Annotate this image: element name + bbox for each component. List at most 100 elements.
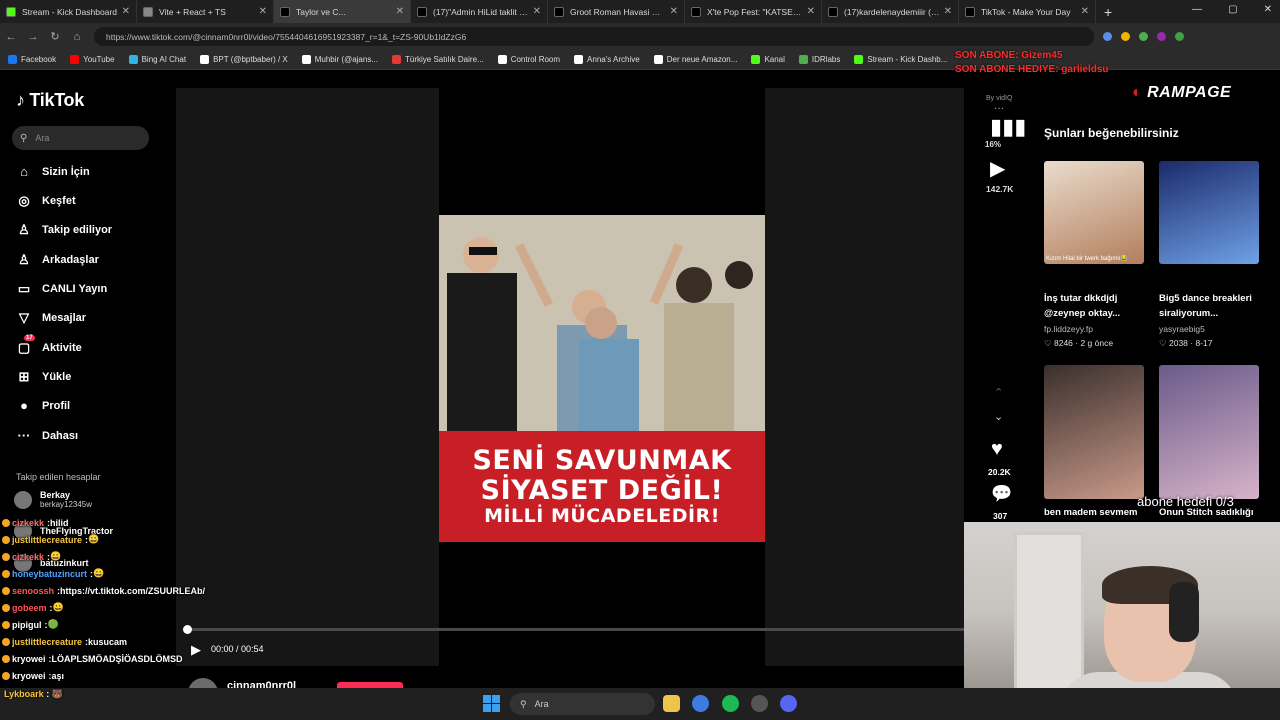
bookmark-item[interactable]: Stream - Kick Dashb... — [854, 55, 947, 64]
previous-video-icon[interactable]: ⌃ — [994, 386, 1003, 399]
suggested-video-thumbnail[interactable]: Kızım Hilal bir twerk bağımlı😂 — [1044, 161, 1144, 264]
forward-icon[interactable]: → — [22, 31, 44, 43]
chat-text: 🐻 — [51, 689, 63, 699]
browser-tab[interactable]: Taylor ve C... ✕ — [274, 0, 411, 23]
bookmark-item[interactable]: Kanal — [751, 55, 785, 64]
browser-tab[interactable]: (17)"Admin HiLid taklit v... ✕ — [411, 0, 548, 23]
reload-icon[interactable]: ↻ — [44, 30, 66, 43]
minimize-icon[interactable]: — — [1192, 4, 1202, 15]
sidebar-item-upload[interactable]: ⊞ Yükle — [16, 369, 72, 385]
extension-icon[interactable] — [1139, 32, 1148, 41]
spotify-icon[interactable] — [722, 695, 739, 712]
suggested-video-thumbnail[interactable] — [1159, 161, 1259, 264]
bookmark-item[interactable]: YouTube — [70, 55, 115, 64]
browser-tab[interactable]: Stream - Kick Dashboard ✕ — [0, 0, 137, 23]
chat-username[interactable]: kryowei — [12, 671, 46, 681]
bookmark-item[interactable]: Bing AI Chat — [128, 55, 186, 64]
extension-icon[interactable] — [1121, 32, 1130, 41]
browser-tab[interactable]: X'te Pop Fest: "KATSEYE'c... ✕ — [685, 0, 822, 23]
sidebar-item-more[interactable]: ··· Dahası — [16, 428, 79, 443]
bookmark-item[interactable]: Muhbir (@ajans... — [301, 55, 378, 64]
chat-message: cizkekk: hilid — [2, 514, 302, 531]
activity-icon: ▢ 17 — [17, 335, 35, 355]
followed-account[interactable]: Berkay berkay12345w — [14, 490, 144, 509]
bookmark-item[interactable]: Türkiye Satılık Daire... — [392, 55, 484, 64]
chat-username[interactable]: gobeem — [12, 603, 47, 613]
tab-close-icon[interactable]: ✕ — [396, 6, 404, 17]
suggested-video-title[interactable]: İnş tutar dkkdjdj @zeynep oktay... — [1044, 291, 1154, 321]
tab-close-icon[interactable]: ✕ — [670, 6, 678, 17]
tab-close-icon[interactable]: ✕ — [533, 6, 541, 17]
chrome-icon[interactable] — [692, 695, 709, 712]
bookmark-favicon-icon — [70, 55, 80, 64]
sidebar-item-profile[interactable]: ● Profil — [16, 398, 70, 413]
tab-close-icon[interactable]: ✕ — [807, 6, 815, 17]
bookmark-label: Facebook — [21, 55, 57, 64]
tab-close-icon[interactable]: ✕ — [944, 6, 952, 17]
sidebar-item-home[interactable]: ⌂ Sizin İçin — [16, 164, 90, 179]
more-options-icon[interactable]: ··· — [994, 103, 1004, 114]
bookmark-item[interactable]: Der neue Amazon... — [653, 55, 738, 64]
tab-close-icon[interactable]: ✕ — [1081, 6, 1089, 17]
chat-username[interactable]: cizkekk — [12, 518, 44, 528]
back-icon[interactable]: ← — [0, 31, 22, 43]
browser-tab[interactable]: Groot Roman Havasi Oyn... ✕ — [548, 0, 685, 23]
browser-tab[interactable]: Vite + React + TS ✕ — [137, 0, 274, 23]
chat-username[interactable]: pipigul — [12, 620, 42, 630]
chat-username[interactable]: justlittlecreature — [12, 637, 82, 647]
tab-close-icon[interactable]: ✕ — [122, 6, 130, 17]
suggested-video-thumbnail[interactable] — [1044, 365, 1144, 499]
chat-username[interactable]: Lykboark — [4, 689, 44, 699]
stats-bars-icon[interactable]: ▮▮▮ — [990, 114, 1026, 140]
chat-username[interactable]: honeybatuzincurt — [12, 569, 87, 579]
suggested-video-title[interactable]: Big5 dance breakleri siraliyorum... — [1159, 291, 1269, 321]
like-heart-icon[interactable]: ♥ — [991, 438, 1003, 461]
home-button-icon[interactable]: ⌂ — [66, 31, 88, 43]
vidiq-percent: 16% — [985, 140, 1002, 149]
tiktok-logo[interactable]: ♪ TikTok — [16, 90, 84, 111]
next-video-icon[interactable]: ⌄ — [994, 410, 1003, 423]
obs-icon[interactable] — [751, 695, 768, 712]
discord-icon[interactable] — [780, 695, 797, 712]
profile-avatar-icon[interactable] — [1175, 32, 1184, 41]
bookmark-item[interactable]: Facebook — [8, 55, 56, 64]
comment-icon[interactable]: 💬 — [991, 484, 1012, 504]
file-explorer-icon[interactable] — [663, 695, 680, 712]
sidebar-item-label: Keşfet — [42, 195, 76, 207]
windows-start-icon[interactable] — [483, 695, 500, 712]
taskbar-search[interactable]: ⚲ Ara — [510, 693, 655, 715]
sidebar-item-friends[interactable]: ♙ Arkadaşlar — [16, 252, 99, 268]
suggested-video-author[interactable]: yasyraebig5 — [1159, 324, 1205, 334]
bookmark-item[interactable]: Control Room — [497, 55, 560, 64]
bookmark-label: Der neue Amazon... — [666, 55, 738, 64]
sidebar-item-live[interactable]: ▭ CANLI Yayın — [16, 281, 107, 297]
video-frame[interactable]: SENİ SAVUNMAK SİYASET DEĞİL! MİLLİ MÜCAD… — [439, 215, 765, 542]
bookmark-item[interactable]: BPT (@bptbaber) / X — [200, 55, 288, 64]
chat-username[interactable]: cizkekk — [12, 552, 44, 562]
extension-icon[interactable] — [1103, 32, 1112, 41]
url-field[interactable]: https://www.tiktok.com/@cinnam0nrr0l/vid… — [94, 27, 1094, 46]
extension-icon[interactable] — [1157, 32, 1166, 41]
sidebar-item-compass[interactable]: ◎ Keşfet — [16, 193, 76, 209]
window-close-icon[interactable]: ✕ — [1264, 4, 1272, 15]
sidebar-item-following[interactable]: ♙ Takip ediliyor — [16, 222, 112, 238]
bookmark-favicon-icon — [497, 55, 507, 64]
sidebar-item-messages[interactable]: ▽ Mesajlar — [16, 310, 86, 326]
chat-message: justlittlecreature: 😀 — [2, 531, 302, 548]
tab-close-icon[interactable]: ✕ — [259, 6, 267, 17]
new-tab-icon[interactable]: + — [1104, 4, 1112, 20]
chat-username[interactable]: justlittlecreature — [12, 535, 82, 545]
search-input[interactable]: ⚲ Ara — [12, 126, 149, 150]
suggested-video-author[interactable]: fp.liddzeyy.fp — [1044, 324, 1093, 334]
browser-tab[interactable]: TikTok - Make Your Day ✕ — [959, 0, 1096, 23]
browser-tab[interactable]: (17)kardelenaydemiiir (@... ✕ — [822, 0, 959, 23]
chat-badge-icon — [2, 518, 10, 527]
chat-username[interactable]: senoossh — [12, 586, 54, 596]
sidebar-item-label: CANLI Yayın — [42, 283, 108, 295]
bookmark-item[interactable]: IDRlabs — [798, 55, 840, 64]
maximize-icon[interactable]: ▢ — [1228, 4, 1237, 15]
sidebar-item-activity[interactable]: ▢ 17 Aktivite — [16, 335, 82, 356]
suggested-video-thumbnail[interactable] — [1159, 365, 1259, 499]
bookmark-item[interactable]: Anna's Archive — [574, 55, 640, 64]
chat-username[interactable]: kryowei — [12, 654, 46, 664]
